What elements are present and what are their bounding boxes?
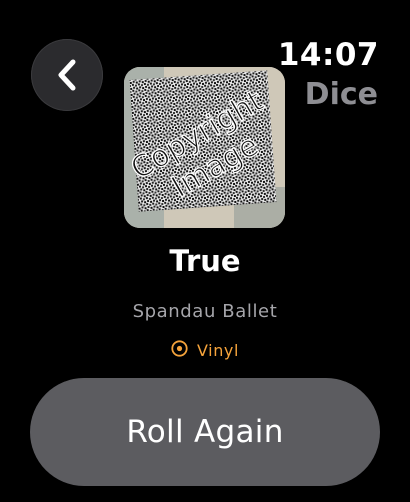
chevron-left-icon <box>55 58 79 92</box>
album-title: True <box>169 244 241 278</box>
back-button[interactable] <box>31 39 103 111</box>
album-art: Copyright Image <box>124 67 285 228</box>
artist-name: Spandau Ballet <box>132 301 278 322</box>
app-title: Dice <box>304 77 378 112</box>
format-row: Vinyl <box>0 340 410 361</box>
clock: 14:07 <box>277 37 379 73</box>
roll-again-button[interactable]: Roll Again <box>30 378 380 486</box>
vinyl-record-icon <box>171 340 188 361</box>
format-label: Vinyl <box>196 341 240 360</box>
